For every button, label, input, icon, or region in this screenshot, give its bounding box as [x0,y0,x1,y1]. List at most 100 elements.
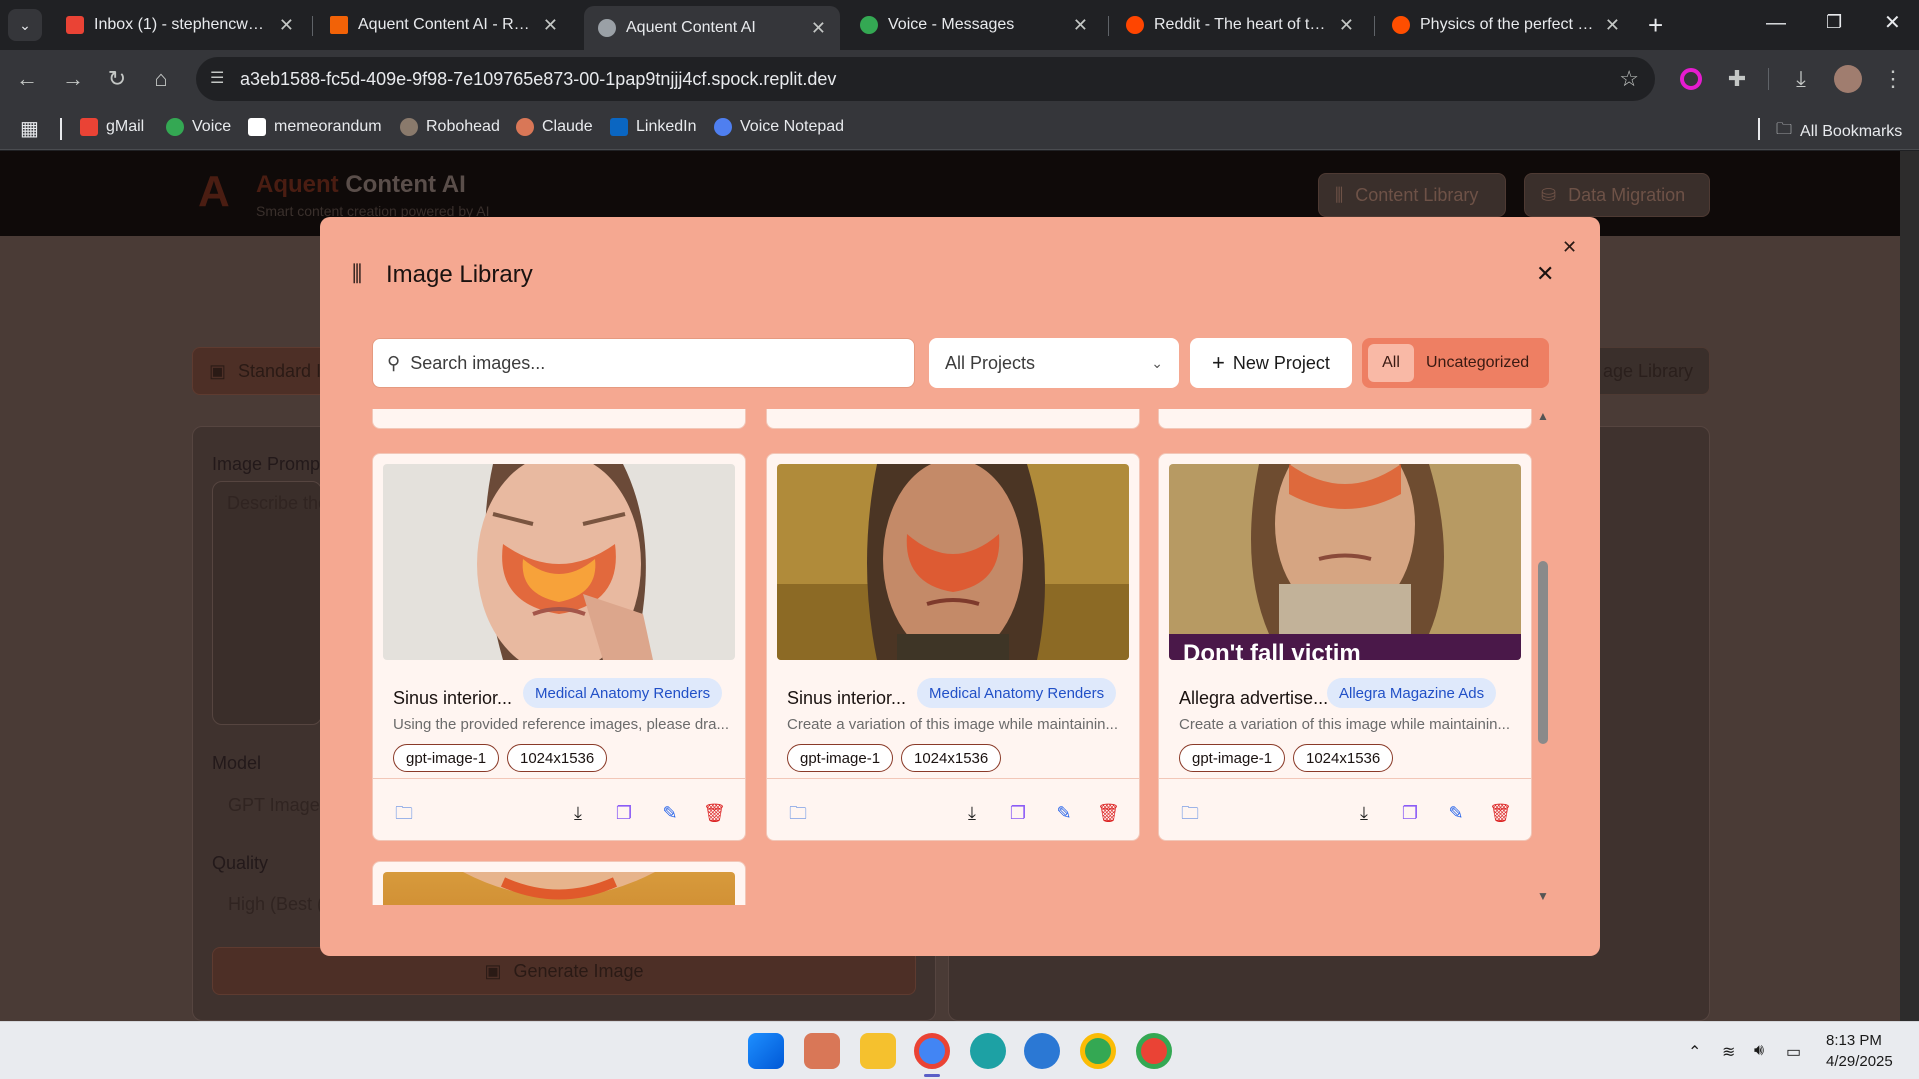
image-card[interactable]: Sinus interior... Medical Anatomy Render… [372,453,746,841]
extensions-puzzle-icon[interactable]: ✚ [1722,64,1752,94]
folder-icon[interactable]: 🗀 [787,802,809,824]
tab-search-button[interactable]: ⌄ [8,9,42,41]
image-card[interactable]: Don't fall victim Allegra advertise... A… [1158,453,1532,841]
close-tab-icon[interactable]: ✕ [811,18,826,39]
close-tab-icon[interactable]: ✕ [279,15,294,36]
tab-replit[interactable]: Aquent Content AI - Replit ✕ [316,8,572,42]
duplicate-icon[interactable]: ❐ [613,802,635,824]
forward-icon[interactable]: → [58,64,88,94]
close-tab-icon[interactable]: ✕ [1605,15,1620,36]
image-thumbnail[interactable]: Don't fall victim [1169,464,1521,660]
quality-select[interactable]: High (Best ( [228,894,323,915]
bookmark-claude[interactable]: Claude [516,118,593,136]
scroll-down-icon[interactable]: ▼ [1537,889,1549,903]
folder-icon[interactable]: 🗀 [1179,802,1201,824]
app-logo: A [198,167,230,216]
volume-icon[interactable]: 🔊︎ [1754,1042,1764,1060]
address-bar[interactable]: ☰ a3eb1588-fc5d-409e-9f98-7e109765e873-0… [196,57,1655,101]
tab-gmail[interactable]: Inbox (1) - stephencwebste ✕ [52,8,308,42]
tab-title: Aquent Content AI [626,19,756,36]
ad-overlay-text: Don't fall victim [1183,640,1361,660]
chrome-profile-s2-icon[interactable] [1136,1033,1172,1069]
bookmark-voice-notepad[interactable]: Voice Notepad [714,118,844,136]
bookmark-robohead[interactable]: Robohead [400,118,500,136]
edit-icon[interactable]: ✎ [659,802,681,824]
chrome-profile-s-icon[interactable] [1080,1033,1116,1069]
tab-reddit[interactable]: Reddit - The heart of the in ✕ [1112,8,1368,42]
bookmark-gmail[interactable]: gMail [80,118,144,136]
filter-uncategorized[interactable]: Uncategorized [1426,338,1529,388]
home-icon[interactable]: ⌂ [146,64,176,94]
replit-icon [330,16,348,34]
category-filter: All Uncategorized [1362,338,1549,388]
model-select[interactable]: GPT Image ( [228,795,331,816]
gmail-icon [80,118,98,136]
bookmark-linkedin[interactable]: LinkedIn [610,118,697,136]
tab-ars[interactable]: Physics of the perfect cacio ✕ [1378,8,1634,42]
start-icon[interactable] [748,1033,784,1069]
image-card-partial[interactable] [372,861,746,905]
content-library-button[interactable]: ⫼ Content Library [1318,173,1506,217]
edge-icon[interactable] [970,1033,1006,1069]
download-icon[interactable]: ⤓ [567,802,589,824]
delete-icon[interactable]: 🗑 [1097,802,1120,824]
image-thumbnail[interactable] [383,464,735,660]
minimize-icon[interactable]: — [1766,12,1786,35]
scrollbar-thumb[interactable] [1538,561,1548,744]
bookmark-star-icon[interactable]: ☆ [1619,66,1639,92]
profile-avatar[interactable] [1834,65,1862,93]
file-explorer-icon[interactable] [860,1033,896,1069]
all-bookmarks[interactable]: 🗀 All Bookmarks [1776,118,1902,145]
robohead-icon [400,118,418,136]
close-tab-icon[interactable]: ✕ [543,15,558,36]
reload-icon[interactable]: ↻ [102,64,132,94]
window-close-icon[interactable]: ✕ [1884,10,1901,35]
extension-icon-pink[interactable] [1680,68,1702,90]
filter-all[interactable]: All [1368,344,1414,382]
bookmark-memeorandum[interactable]: memeorandum [248,118,382,136]
apps-grid-icon[interactable]: ▦ [20,116,39,141]
site-info-icon[interactable]: ☰ [210,68,224,88]
image-card[interactable]: Sinus interior... Medical Anatomy Render… [766,453,1140,841]
gmail-icon [66,16,84,34]
downloads-icon[interactable]: ⤓ [1786,64,1816,94]
chrome-icon[interactable] [914,1033,950,1069]
clock-date[interactable]: 4/29/2025 [1826,1053,1893,1070]
prompt-textarea[interactable] [212,481,322,725]
folder-icon[interactable]: 🗀 [393,802,415,824]
delete-icon[interactable]: 🗑 [703,802,726,824]
data-migration-button[interactable]: ⛁ Data Migration [1524,173,1710,217]
tab-aquent-active[interactable]: Aquent Content AI ✕ [584,6,840,50]
scroll-up-icon[interactable]: ▲ [1537,409,1549,423]
restore-icon[interactable]: ❐ [1826,12,1842,33]
new-tab-icon[interactable]: + [1648,10,1663,41]
edit-icon[interactable]: ✎ [1445,802,1467,824]
close-tab-icon[interactable]: ✕ [1339,15,1354,36]
back-icon[interactable]: ← [12,64,42,94]
download-icon[interactable]: ⤓ [1353,802,1375,824]
tab-voice[interactable]: Voice - Messages ✕ [846,8,1102,42]
edge-profile-icon[interactable] [1024,1033,1060,1069]
close-tab-icon[interactable]: ✕ [1073,15,1088,36]
modal-close-icon[interactable]: ✕ [1536,261,1554,287]
grid-scrollbar[interactable]: ▲ ▼ [1536,409,1550,905]
edit-icon[interactable]: ✎ [1053,802,1075,824]
duplicate-icon[interactable]: ❐ [1399,802,1421,824]
bookmark-voice[interactable]: Voice [166,118,231,136]
menu-icon[interactable]: ⋮ [1878,64,1908,94]
wifi-icon[interactable]: ≋ [1722,1042,1735,1062]
download-icon[interactable]: ⤓ [961,802,983,824]
claude-app-icon[interactable] [804,1033,840,1069]
modal-close-outer-icon[interactable]: ✕ [1562,237,1577,258]
size-chip: 1024x1536 [507,744,608,772]
chevron-up-icon[interactable]: ⌃ [1688,1042,1701,1062]
image-thumbnail[interactable] [383,872,735,905]
image-thumbnail[interactable] [777,464,1129,660]
delete-icon[interactable]: 🗑 [1489,802,1512,824]
battery-icon[interactable]: ▭ [1786,1042,1801,1062]
search-input[interactable]: ⚲ Search images... [372,338,915,388]
project-filter-select[interactable]: All Projects ⌄ [929,338,1179,388]
new-project-button[interactable]: + New Project [1190,338,1352,388]
duplicate-icon[interactable]: ❐ [1007,802,1029,824]
clock-time[interactable]: 8:13 PM [1826,1032,1882,1049]
